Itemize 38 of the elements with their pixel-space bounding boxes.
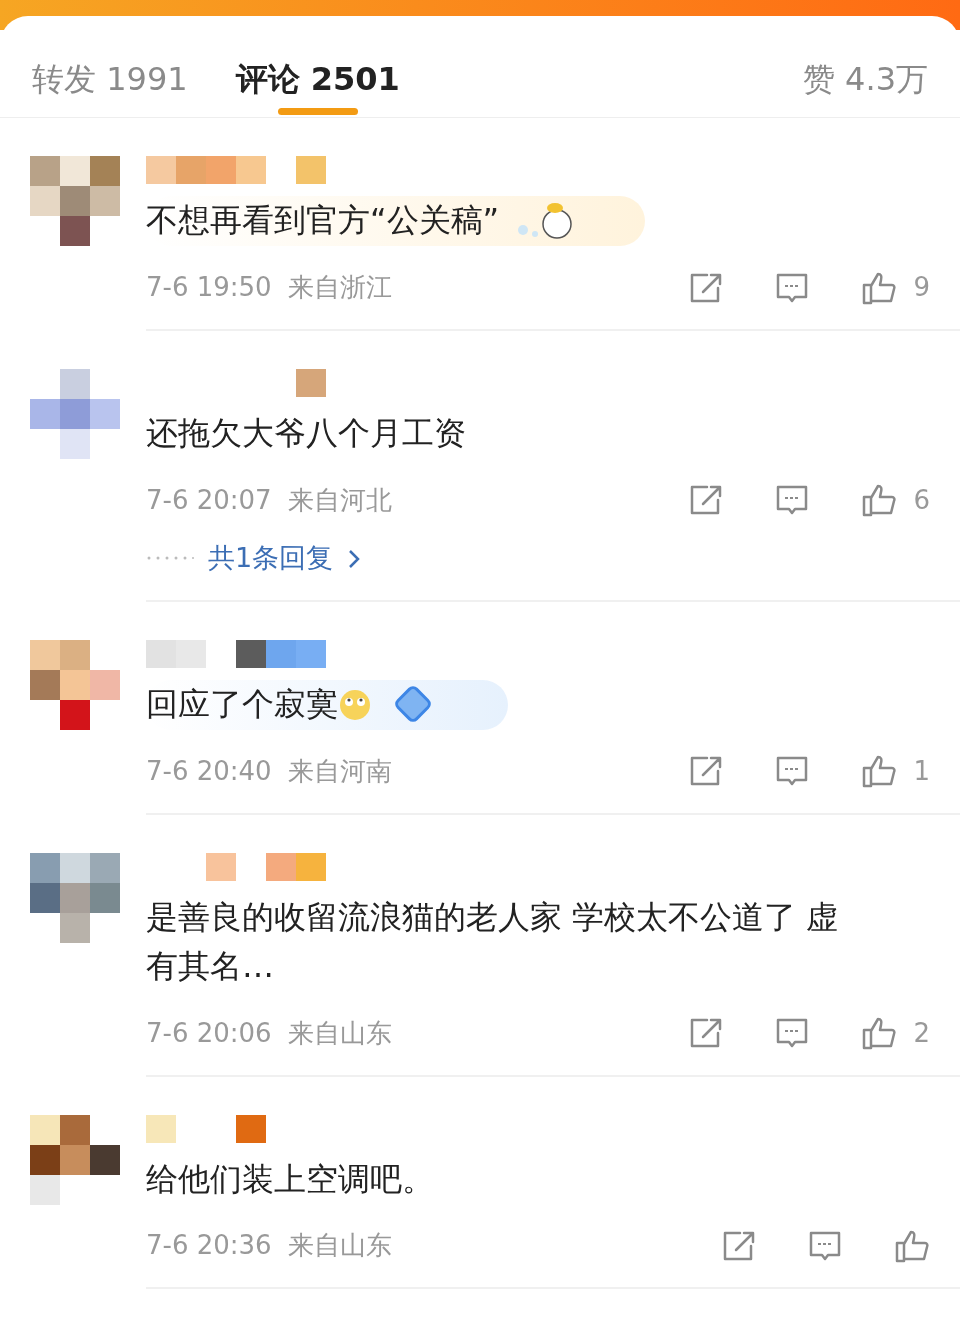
avatar[interactable] xyxy=(30,156,120,246)
like-icon[interactable] xyxy=(861,483,898,518)
comment-meta: 7-6 20:36 来自山东 xyxy=(146,1229,393,1263)
comment-meta: 7-6 20:06 来自山东 xyxy=(146,1016,393,1050)
like-count: 1 xyxy=(913,754,930,788)
avatar[interactable] xyxy=(30,852,120,943)
comment-icon[interactable] xyxy=(775,484,810,517)
like-count: 9 xyxy=(913,271,930,304)
comment-icon[interactable] xyxy=(775,271,810,304)
share-icon[interactable] xyxy=(689,484,724,517)
like-count: 2 xyxy=(913,1016,930,1050)
comment-icon[interactable] xyxy=(775,1017,810,1050)
like-icon[interactable] xyxy=(861,270,898,305)
share-icon[interactable] xyxy=(689,1017,724,1050)
replies-link[interactable]: 共1条回复 xyxy=(208,537,334,579)
comment-text: 还拖欠大爷八个月工资 xyxy=(146,413,467,454)
tab[interactable]: 评论 2501 xyxy=(235,55,400,117)
like-icon[interactable] xyxy=(894,1228,930,1263)
avatar[interactable] xyxy=(30,1114,120,1205)
comment-icon[interactable] xyxy=(775,755,810,788)
like-icon[interactable] xyxy=(861,1016,898,1051)
like-icon[interactable] xyxy=(861,754,898,789)
share-icon[interactable] xyxy=(722,1229,756,1262)
comment-meta: 7-6 20:40 来自河南 xyxy=(146,754,393,788)
share-icon[interactable] xyxy=(689,755,724,788)
like-total[interactable]: 赞 4.3万 xyxy=(802,55,928,117)
tab[interactable]: 转发 1991 xyxy=(32,55,188,117)
like-count: 6 xyxy=(913,483,930,517)
avatar[interactable] xyxy=(30,640,120,731)
comment-text: 是善良的收留流浪猫的老人家 学校太不公道了 虚有其名… xyxy=(146,896,840,988)
comment-text: 给他们装上空调吧。 xyxy=(146,1158,435,1200)
comment-meta: 7-6 20:07 来自河北 xyxy=(146,483,393,517)
share-icon[interactable] xyxy=(689,271,724,304)
comment-meta: 7-6 19:50 来自浙江 xyxy=(146,271,393,304)
comment-icon[interactable] xyxy=(808,1229,842,1262)
comment-text: 回应了个寂寞 xyxy=(146,684,338,726)
comment-text: 不想再看到官方“公关稿” xyxy=(146,200,500,242)
dots-icon xyxy=(146,554,194,561)
